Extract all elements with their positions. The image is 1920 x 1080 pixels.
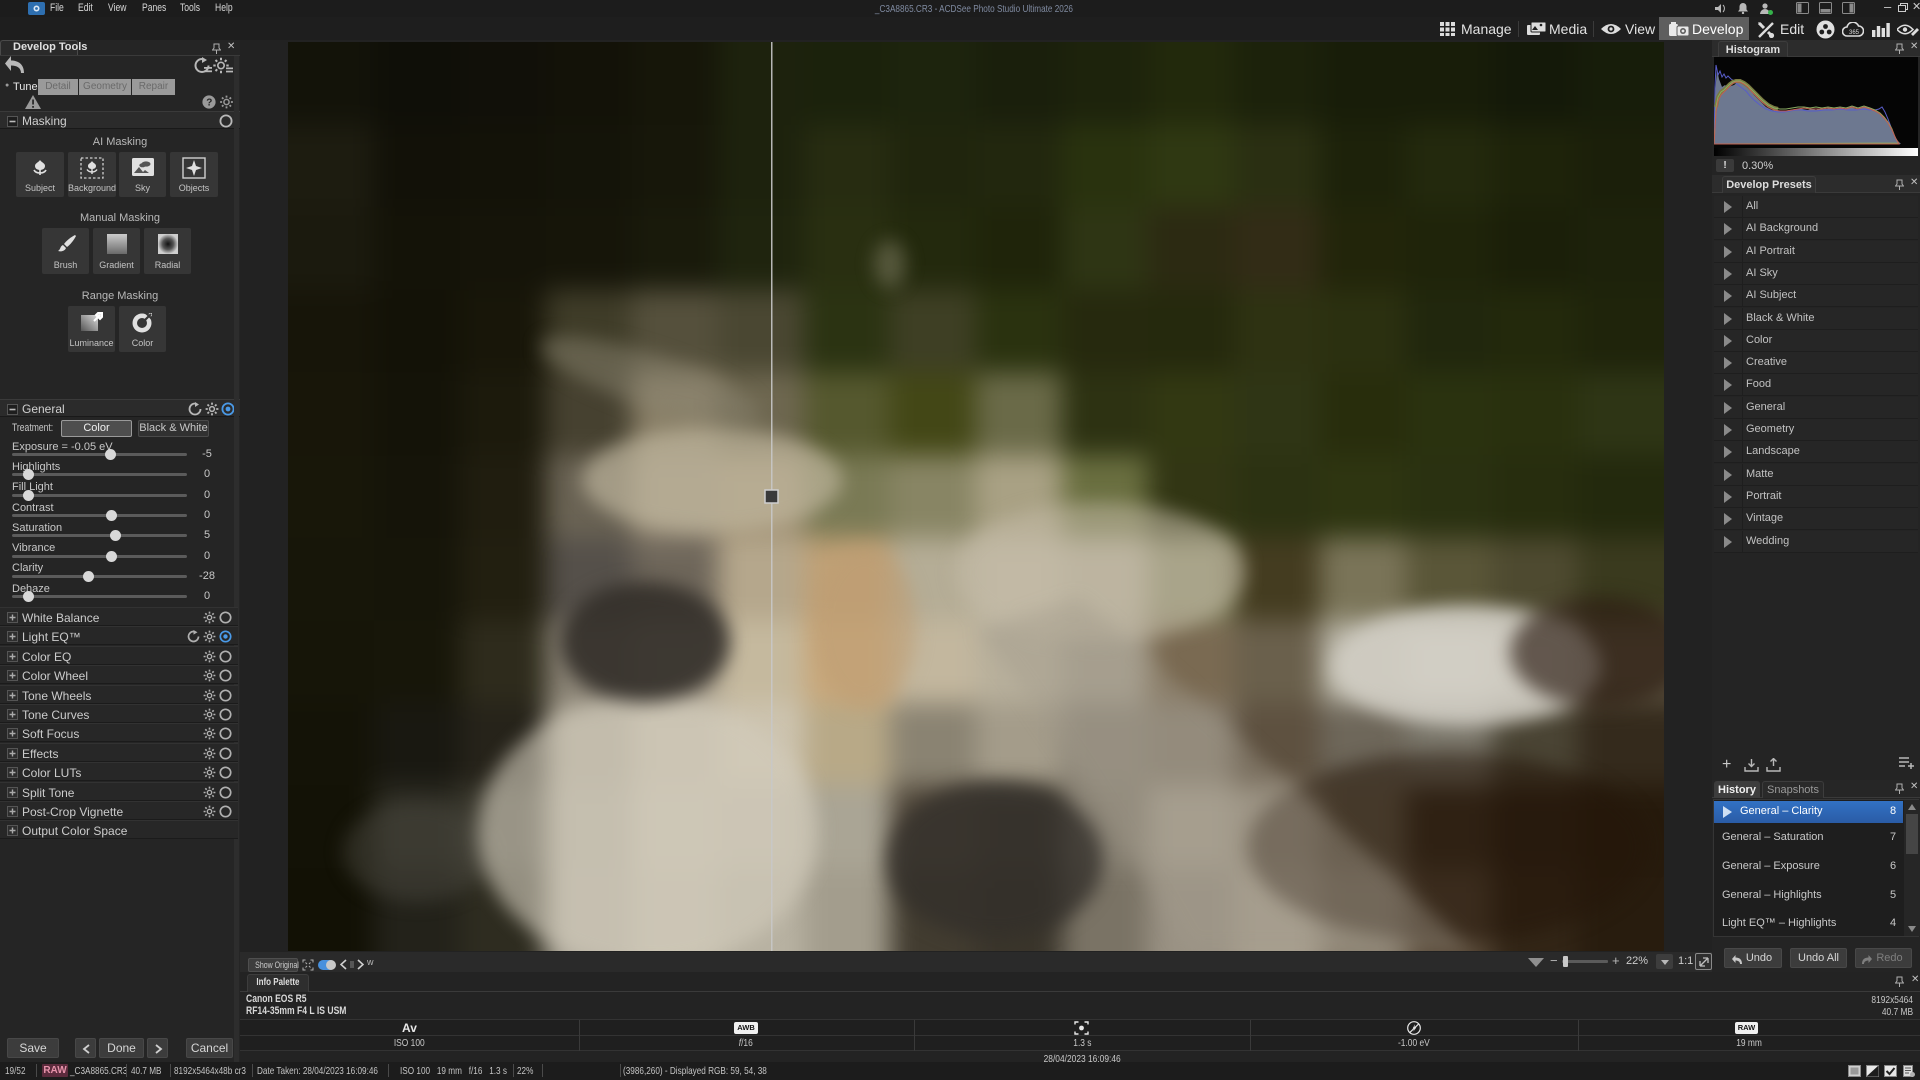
svg-text:365: 365 bbox=[1849, 30, 1860, 36]
svg-text:?: ? bbox=[206, 98, 212, 109]
